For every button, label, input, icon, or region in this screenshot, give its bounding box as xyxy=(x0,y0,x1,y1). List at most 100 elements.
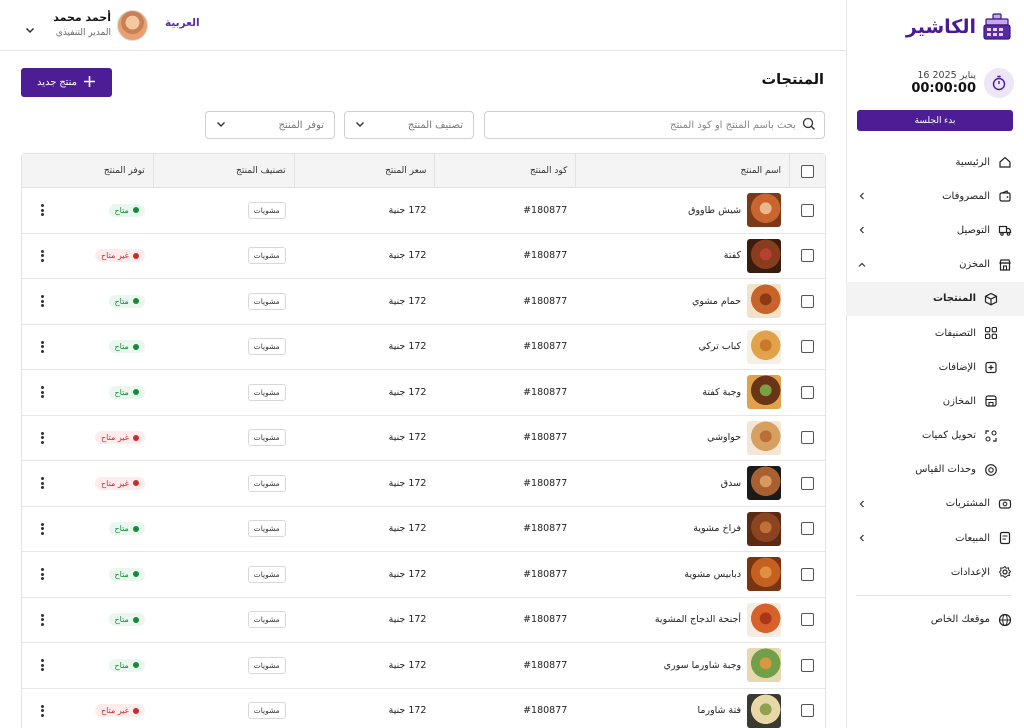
chevron-down-icon[interactable] xyxy=(25,20,35,34)
row-select-cell xyxy=(789,689,825,728)
row-checkbox[interactable] xyxy=(800,567,814,581)
chevron-left-icon[interactable] xyxy=(858,534,866,542)
more-options-icon[interactable] xyxy=(36,203,50,217)
product-name-cell: شيش طاووق xyxy=(575,188,789,233)
more-options-icon[interactable] xyxy=(36,567,50,581)
status-dot xyxy=(132,252,139,259)
table-row[interactable]: حواوشي #180877 172 جنية مشويات غير متاح xyxy=(22,416,825,461)
more-options-icon[interactable] xyxy=(36,613,50,627)
product-thumbnail xyxy=(747,238,782,273)
more-options-icon[interactable] xyxy=(36,476,50,490)
column-header-price[interactable]: سعر المنتج xyxy=(293,154,435,188)
product-name-cell: كباب تركي xyxy=(575,325,789,370)
row-checkbox[interactable] xyxy=(800,476,814,490)
column-header-code[interactable]: كود المنتج xyxy=(434,154,575,188)
row-checkbox[interactable] xyxy=(800,249,814,263)
column-header-availability[interactable]: توفر المنتج xyxy=(22,154,153,188)
user-name[interactable]: أحمد محمد xyxy=(53,11,111,24)
table-row[interactable]: كباب تركي #180877 172 جنية مشويات متاح xyxy=(22,325,825,370)
more-options-icon[interactable] xyxy=(36,294,50,308)
product-price: 172 جنية xyxy=(388,204,427,216)
sidebar-item-website[interactable]: موقعك الخاص xyxy=(846,602,1024,636)
language-switch[interactable]: العربية xyxy=(165,17,200,29)
status-badge: متاح xyxy=(108,522,145,536)
product-name-cell: سدق xyxy=(575,461,789,506)
sidebar-item[interactable]: تحويل كميات xyxy=(846,419,1024,453)
column-header-category[interactable]: تصنيف المنتج xyxy=(152,154,294,188)
new-product-button[interactable]: منتج جديد xyxy=(21,68,112,97)
sidebar-item[interactable]: الرئيسية xyxy=(846,145,1024,179)
chevron-left-icon[interactable] xyxy=(858,226,866,234)
table-row[interactable]: كفتة #180877 172 جنية مشويات غير متاح xyxy=(22,234,825,279)
row-checkbox[interactable] xyxy=(800,340,814,354)
search-box[interactable] xyxy=(484,111,825,139)
row-checkbox[interactable] xyxy=(800,522,814,536)
search-input[interactable] xyxy=(506,119,796,131)
table-row[interactable]: فراخ مشوية #180877 172 جنية مشويات متاح xyxy=(22,507,825,552)
product-category-cell: مشويات xyxy=(153,552,294,597)
column-header-name[interactable]: اسم المنتج xyxy=(575,154,789,188)
product-code-cell: #180877 xyxy=(434,279,575,324)
row-checkbox[interactable] xyxy=(800,613,814,627)
more-options-icon[interactable] xyxy=(36,431,50,445)
chevron-left-icon[interactable] xyxy=(858,500,866,508)
row-checkbox[interactable] xyxy=(800,294,814,308)
table-row[interactable]: وجبة شاورما سوري #180877 172 جنية مشويات متا… xyxy=(22,643,825,689)
brand[interactable]: الكاشير xyxy=(906,10,1012,44)
sidebar-item[interactable]: المصروفات xyxy=(846,179,1024,213)
table-row[interactable]: حمام مشوي #180877 172 جنية مشويات متاح xyxy=(22,279,825,325)
home-icon xyxy=(998,155,1012,169)
status-label: متاح xyxy=(114,524,129,534)
row-checkbox[interactable] xyxy=(800,385,814,399)
table-row[interactable]: دبابيس مشوية #180877 172 جنية مشويات متاح xyxy=(22,552,825,598)
sidebar-item[interactable]: التوصيل xyxy=(846,213,1024,247)
more-options-icon[interactable] xyxy=(36,340,50,354)
table-row[interactable]: شيش طاووق #180877 172 جنية مشويات متاح xyxy=(22,188,825,234)
product-category-cell: مشويات xyxy=(153,370,294,415)
table-row[interactable]: فتة شاورما #180877 172 جنية مشويات غير متاح xyxy=(22,689,825,728)
sidebar-item[interactable]: الإضافات xyxy=(846,350,1024,384)
product-availability-cell: متاح xyxy=(22,370,153,415)
row-select-cell xyxy=(789,234,825,279)
status-label: متاح xyxy=(114,387,129,397)
more-options-icon[interactable] xyxy=(36,658,50,672)
row-checkbox[interactable] xyxy=(800,704,814,718)
start-session-button[interactable]: بدء الجلسة xyxy=(857,110,1013,131)
sidebar-item[interactable]: المبيعات xyxy=(846,521,1024,555)
row-checkbox[interactable] xyxy=(800,658,814,672)
select-all-checkbox[interactable] xyxy=(801,164,815,178)
status-label: متاح xyxy=(114,615,129,625)
status-label: غير متاح xyxy=(100,706,129,716)
sidebar-item[interactable]: وحدات القياس xyxy=(846,453,1024,487)
row-checkbox[interactable] xyxy=(800,203,814,217)
table-row[interactable]: أجنحة الدجاج المشوية #180877 172 جنية مشويا… xyxy=(22,598,825,643)
more-options-icon[interactable] xyxy=(36,704,50,718)
row-checkbox[interactable] xyxy=(800,431,814,445)
status-dot xyxy=(132,207,139,214)
status-badge: متاح xyxy=(108,613,145,627)
more-options-icon[interactable] xyxy=(36,249,50,263)
more-options-icon[interactable] xyxy=(36,385,50,399)
sidebar-item[interactable]: المخزن xyxy=(846,248,1024,282)
sidebar-item[interactable]: التصنيفات xyxy=(846,316,1024,350)
chevron-left-icon[interactable] xyxy=(858,192,866,200)
sidebar-item[interactable]: الإعدادات xyxy=(846,555,1024,589)
status-badge: متاح xyxy=(108,203,145,217)
sidebar-item[interactable]: المشتريات xyxy=(846,487,1024,521)
product-name: فراخ مشوية xyxy=(693,523,742,535)
table-row[interactable]: سدق #180877 172 جنية مشويات غير متاح xyxy=(22,461,825,507)
avatar[interactable] xyxy=(117,10,148,41)
table-row[interactable]: وجبة كفتة #180877 172 جنية مشويات متاح xyxy=(22,370,825,416)
product-availability-cell: غير متاح xyxy=(22,689,153,728)
status-dot xyxy=(132,571,139,578)
product-code-cell: #180877 xyxy=(434,325,575,370)
more-options-icon[interactable] xyxy=(36,522,50,536)
product-price: 172 جنية xyxy=(388,523,427,535)
sidebar-item[interactable]: المخازن xyxy=(846,384,1024,418)
chevron-up-icon[interactable] xyxy=(858,261,866,269)
category-filter-select[interactable]: تصنيف المنتج xyxy=(344,111,474,139)
sidebar-item[interactable]: المنتجات xyxy=(846,281,1024,316)
product-thumbnail xyxy=(747,557,782,592)
status-badge: متاح xyxy=(108,567,145,581)
availability-filter-select[interactable]: توفر المنتج xyxy=(205,111,335,139)
